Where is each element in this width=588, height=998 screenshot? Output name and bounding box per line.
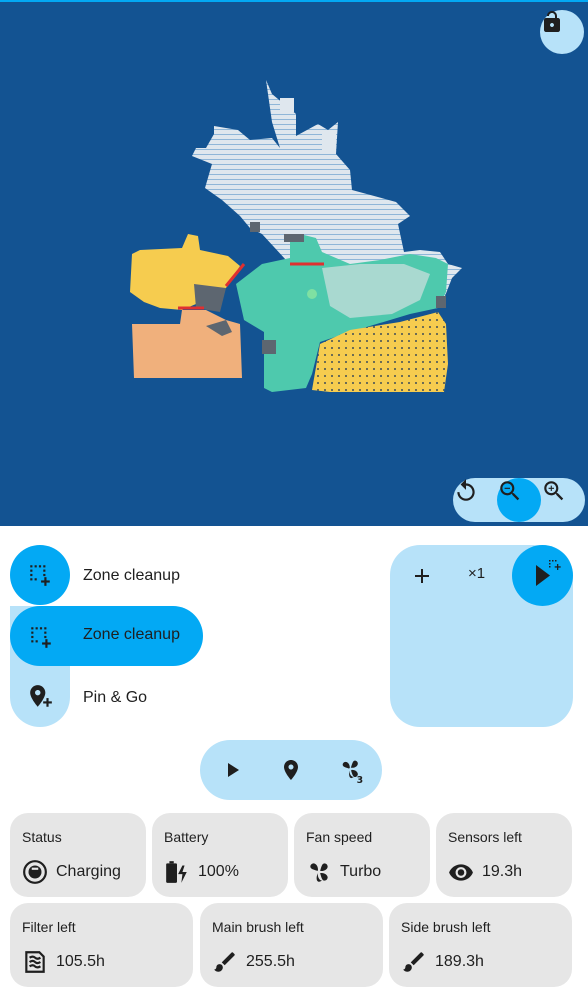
- plus-icon[interactable]: [410, 564, 434, 588]
- fan-icon: [310, 863, 328, 882]
- lock-open-icon: [544, 11, 560, 32]
- select-zone-icon: [30, 565, 50, 586]
- current-mode-label: Zone cleanup: [83, 567, 180, 584]
- locate-button[interactable]: [273, 752, 309, 788]
- tile-title: Side brush left: [401, 919, 491, 935]
- zoom-in-button[interactable]: [541, 478, 585, 522]
- tile-value: 19.3h: [482, 863, 523, 880]
- tile-value: 105.5h: [56, 953, 105, 970]
- zoom-in-icon: [544, 481, 564, 501]
- fan-speed-3-icon: 3: [342, 760, 364, 784]
- tile-title: Sensors left: [448, 829, 522, 845]
- map-marker-plus-icon[interactable]: [28, 684, 54, 710]
- tile-title: Filter left: [22, 919, 76, 935]
- tile-title: Battery: [164, 829, 209, 845]
- mode-option-zone-cleanup[interactable]: Zone cleanup: [10, 606, 203, 666]
- battery-charging-icon: [166, 861, 187, 883]
- map-marker-icon: [284, 760, 298, 780]
- tile-value: 100%: [198, 863, 239, 880]
- map-canvas[interactable]: [0, 2, 588, 526]
- lock-map-button[interactable]: [540, 10, 584, 54]
- play-icon: [228, 763, 239, 777]
- map-zoom-controls: [453, 478, 585, 522]
- map-room-yellow-left: [130, 234, 240, 310]
- start-button[interactable]: [214, 752, 250, 788]
- zone-repeat-panel: ×1: [390, 545, 573, 727]
- tile-title: Status: [22, 829, 62, 845]
- mode-selector-button[interactable]: [10, 545, 70, 605]
- fan-speed-button[interactable]: 3: [334, 752, 370, 788]
- quick-actions: 3: [200, 740, 382, 800]
- side-brush-left-tile[interactable]: Side brush left 189.3h: [389, 903, 572, 987]
- rotate-icon: [457, 479, 475, 501]
- robot-marker: [307, 289, 317, 299]
- tile-title: Fan speed: [306, 829, 373, 845]
- svg-text:3: 3: [357, 775, 364, 784]
- mode-option-label: Zone cleanup: [83, 626, 180, 643]
- brush-icon: [214, 952, 235, 972]
- tile-value: 255.5h: [246, 953, 295, 970]
- eye-icon: [449, 864, 473, 881]
- zoom-out-button[interactable]: [497, 478, 541, 522]
- brush-icon: [403, 952, 424, 972]
- filter-left-tile[interactable]: Filter left 105.5h: [10, 903, 193, 987]
- status-tile[interactable]: Status Charging: [10, 813, 146, 897]
- battery-tile[interactable]: Battery 100%: [152, 813, 288, 897]
- vacuum-map[interactable]: [0, 2, 588, 526]
- tile-title: Main brush left: [212, 919, 304, 935]
- select-zone-icon: [31, 627, 51, 648]
- start-zone-cleanup-button[interactable]: [512, 545, 573, 606]
- tile-value: 189.3h: [435, 953, 484, 970]
- air-filter-icon: [25, 951, 45, 973]
- main-brush-left-tile[interactable]: Main brush left 255.5h: [200, 903, 383, 987]
- tile-value: Turbo: [340, 863, 382, 880]
- mode-option-pin-go[interactable]: Pin & Go: [83, 688, 147, 708]
- tile-value: Charging: [56, 863, 121, 880]
- play-zone-icon: [536, 560, 561, 586]
- repeat-count[interactable]: ×1: [468, 565, 485, 582]
- fan-speed-tile[interactable]: Fan speed Turbo: [294, 813, 430, 897]
- robot-vacuum-icon: [23, 860, 47, 884]
- rotate-map-button[interactable]: [453, 478, 497, 522]
- sensors-left-tile[interactable]: Sensors left 19.3h: [436, 813, 572, 897]
- zoom-out-icon: [500, 481, 520, 501]
